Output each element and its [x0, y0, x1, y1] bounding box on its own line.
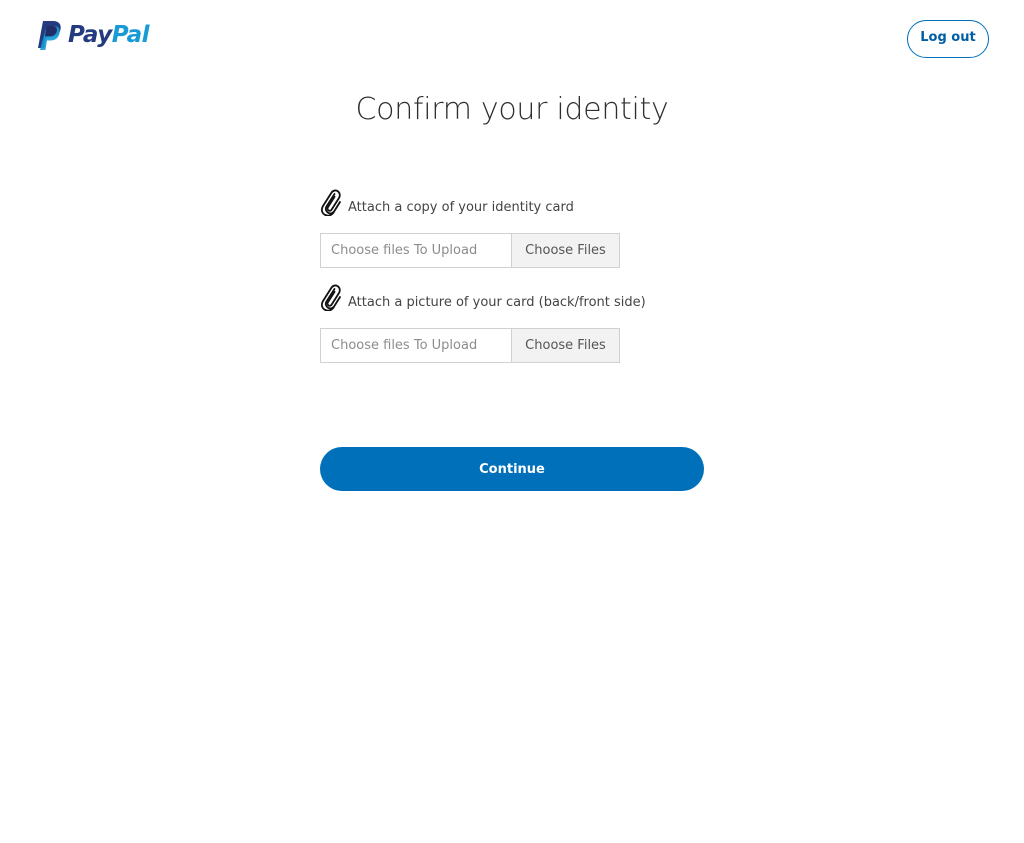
page-title: Confirm your identity [355, 92, 669, 127]
file-path-input[interactable] [320, 328, 511, 363]
logout-button[interactable]: Log out [907, 20, 989, 58]
paypal-logo[interactable]: PayPal [36, 20, 150, 50]
continue-button[interactable]: Continue [320, 447, 704, 491]
paypal-wordmark: PayPal [68, 22, 150, 48]
card-picture-upload-section: Attach a picture of your card (back/fron… [320, 281, 720, 363]
choose-files-button[interactable]: Choose Files [511, 328, 620, 363]
attach-label: Attach a copy of your identity card [348, 200, 574, 215]
file-upload-row: Choose Files [320, 328, 620, 363]
file-path-input[interactable] [320, 233, 511, 268]
choose-files-button[interactable]: Choose Files [511, 233, 620, 268]
attach-row: Attach a picture of your card (back/fron… [320, 281, 720, 311]
paypal-p-icon [38, 21, 61, 50]
paperclip-icon [320, 189, 341, 216]
attach-row: Attach a copy of your identity card [320, 186, 720, 216]
paperclip-icon [320, 284, 341, 311]
file-upload-row: Choose Files [320, 233, 620, 268]
id-card-upload-section: Attach a copy of your identity card Choo… [320, 186, 720, 268]
attach-label: Attach a picture of your card (back/fron… [348, 295, 646, 310]
